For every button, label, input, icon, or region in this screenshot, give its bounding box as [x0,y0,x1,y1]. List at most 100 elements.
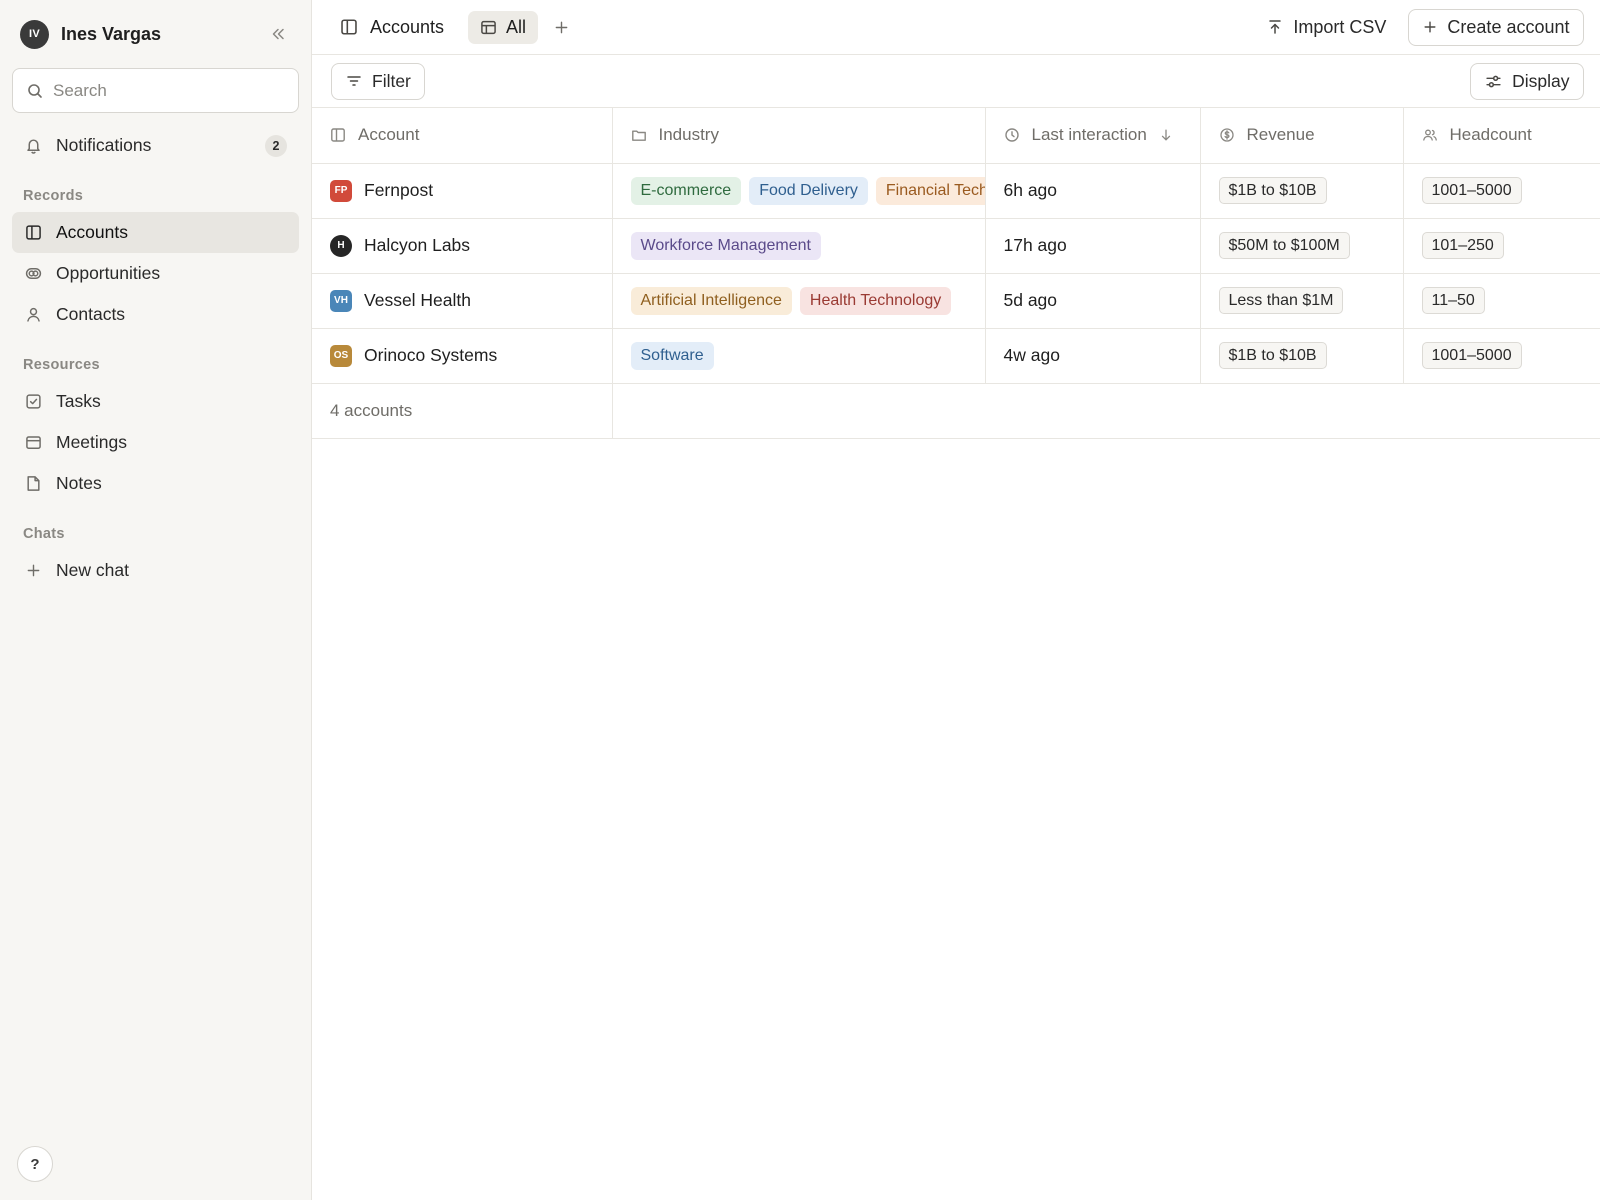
company-logo: VH [330,289,352,312]
section-label-resources: Resources [23,357,100,373]
last-interaction-cell[interactable]: 4w ago [985,328,1201,384]
column-header-account[interactable]: Account [312,108,613,164]
revenue-cell[interactable]: $1B to $10B [1200,163,1404,219]
columns-icon [330,127,346,143]
sort-descending-icon[interactable] [1159,128,1173,142]
column-header-last-interaction[interactable]: Last interaction [985,108,1201,164]
sidebar-item-opportunities[interactable]: Opportunities [12,253,299,294]
folder-icon [631,127,647,143]
column-label: Industry [658,125,719,145]
account-cell[interactable]: VH Vessel Health [312,273,613,329]
revenue-cell[interactable]: $1B to $10B [1200,328,1404,384]
sidebar-item-meetings[interactable]: Meetings [12,422,299,463]
accounts-table: Account Industry Last interaction Revenu… [312,108,1600,439]
new-chat-button[interactable]: New chat [12,550,299,591]
table-icon [481,20,496,34]
headcount-cell[interactable]: 1001–5000 [1403,328,1600,384]
calendar-icon [24,434,42,451]
industry-cell[interactable]: Artificial Intelligence Health Technolog… [612,273,986,329]
search-box[interactable] [12,68,299,113]
last-interaction-cell[interactable]: 6h ago [985,163,1201,219]
rings-icon [24,265,42,282]
revenue-pill: $50M to $100M [1218,232,1350,259]
column-label: Headcount [1449,125,1532,145]
column-header-industry[interactable]: Industry [612,108,986,164]
avatar[interactable]: IV [20,19,49,49]
dollar-icon [1219,127,1235,143]
sidebar: IV Ines Vargas Notifications 2 Records A… [0,0,312,1200]
user-row: IV Ines Vargas [0,0,311,68]
add-view-button[interactable] [548,14,574,40]
account-count: 4 accounts [312,383,613,439]
note-icon [24,475,42,492]
collapse-sidebar-button[interactable] [265,21,291,47]
sidebar-item-notifications[interactable]: Notifications 2 [12,125,299,166]
search-input[interactable] [53,80,273,101]
sidebar-item-label: Tasks [56,391,101,411]
headcount-pill: 1001–5000 [1421,342,1522,369]
industry-cell[interactable]: Workforce Management [612,218,986,274]
tab-all[interactable]: All [468,10,539,44]
column-label: Revenue [1246,125,1315,145]
industry-tag: Financial Technology [875,176,984,205]
industry-tag: Software [630,341,714,370]
table-header-row: Account Industry Last interaction Revenu… [312,108,1600,164]
sidebar-item-accounts[interactable]: Accounts [12,212,299,253]
last-interaction-cell[interactable]: 5d ago [985,273,1201,329]
section-label-chats: Chats [23,526,65,542]
last-interaction-cell[interactable]: 17h ago [985,218,1201,274]
column-header-headcount[interactable]: Headcount [1403,108,1600,164]
column-label: Account [358,125,420,145]
create-account-button[interactable]: Create account [1408,8,1584,46]
revenue-cell[interactable]: Less than $1M [1200,273,1404,329]
filter-icon [347,76,361,86]
help-button[interactable]: ? [17,1146,53,1182]
revenue-pill: Less than $1M [1218,287,1344,314]
table-row[interactable]: VH Vessel Health Artificial Intelligence… [312,273,1600,329]
industry-cell[interactable]: Software [612,328,986,384]
person-icon [24,306,42,323]
section-label-records: Records [23,188,84,204]
sliders-icon [1486,75,1501,87]
industry-tag: Workforce Management [630,231,821,260]
industry-tag: E-commerce [630,176,742,205]
revenue-cell[interactable]: $50M to $100M [1200,218,1404,274]
headcount-cell[interactable]: 11–50 [1403,273,1600,329]
sidebar-item-label: Notifications [56,135,152,155]
table-footer-row: 4 accounts [312,383,1600,439]
notifications-count-badge: 2 [265,134,287,157]
account-cell[interactable]: FP Fernpost [312,163,613,219]
account-cell[interactable]: H Halcyon Labs [312,218,613,274]
sidebar-item-tasks[interactable]: Tasks [12,381,299,422]
sidebar-item-notes[interactable]: Notes [12,463,299,504]
industry-cell[interactable]: E-commerce Food Delivery Financial Techn… [612,163,986,219]
display-button[interactable]: Display [1470,62,1584,100]
headcount-pill: 11–50 [1421,287,1485,314]
revenue-pill: $1B to $10B [1218,177,1327,204]
columns-icon [340,18,358,36]
column-header-revenue[interactable]: Revenue [1200,108,1404,164]
table-row[interactable]: FP Fernpost E-commerce Food Delivery Fin… [312,163,1600,219]
headcount-pill: 1001–5000 [1421,177,1522,204]
footer-empty-cell [612,383,1600,439]
company-logo: FP [330,179,352,202]
user-name[interactable]: Ines Vargas [61,24,161,45]
sidebar-item-label: Opportunities [56,263,161,283]
sidebar-item-label: Accounts [56,222,128,242]
clock-icon [1004,127,1020,143]
plus-icon [1424,21,1436,33]
headcount-cell[interactable]: 1001–5000 [1403,163,1600,219]
column-label: Last interaction [1031,125,1147,145]
filter-button[interactable]: Filter [331,62,425,100]
account-cell[interactable]: OS Orinoco Systems [312,328,613,384]
filter-label: Filter [372,70,411,91]
table-row[interactable]: H Halcyon Labs Workforce Management 17h … [312,218,1600,274]
headcount-cell[interactable]: 101–250 [1403,218,1600,274]
upload-icon [1269,20,1282,34]
import-csv-button[interactable]: Import CSV [1255,9,1398,46]
columns-icon [24,224,42,241]
plus-icon [24,563,42,578]
industry-tag: Artificial Intelligence [630,286,792,315]
table-row[interactable]: OS Orinoco Systems Software 4w ago $1B t… [312,328,1600,384]
sidebar-item-contacts[interactable]: Contacts [12,294,299,335]
